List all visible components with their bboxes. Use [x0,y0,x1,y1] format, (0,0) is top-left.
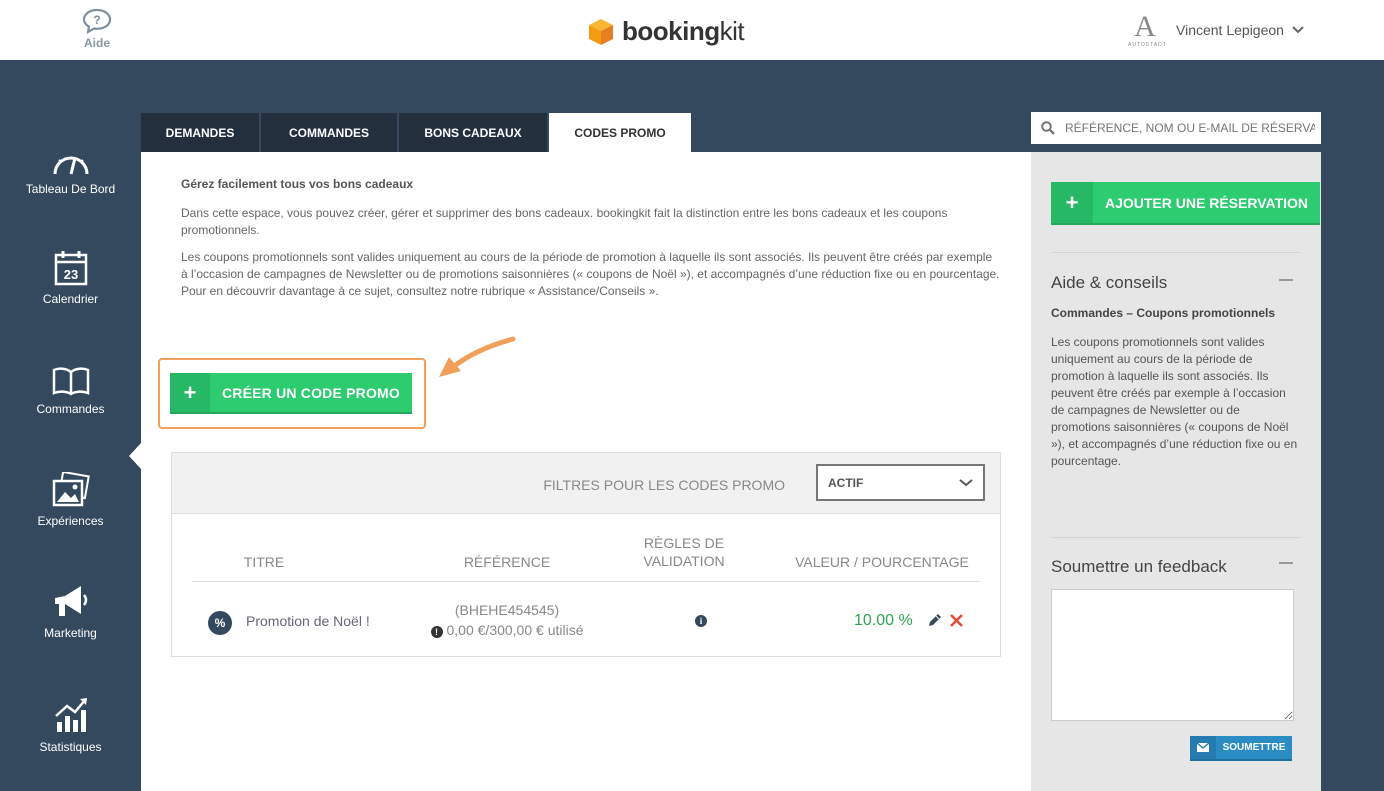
plus-icon: + [170,373,210,412]
help-bubble-icon: ? [82,8,112,34]
active-indicator [129,443,141,469]
promo-value: 10.00 % [854,612,913,629]
delete-icon[interactable] [949,613,964,628]
tab-orders[interactable]: COMMANDES [261,113,397,152]
search-icon [1041,121,1055,135]
chevron-down-icon [959,478,973,486]
sidebar-item-experiences[interactable]: Expériences [0,472,141,528]
megaphone-icon [54,586,87,616]
help-section-subtitle: Commandes – Coupons promotionnels [1051,306,1276,320]
create-promo-code-button[interactable]: + CRÉER UN CODE PROMO [170,373,412,412]
button-label: SOUMETTRE [1222,742,1286,753]
percent-icon: % [208,611,232,635]
status-filter-select[interactable]: ACTIF [816,464,985,501]
mail-icon [1190,736,1216,759]
add-booking-button[interactable]: + AJOUTER UNE RÉSERVATION [1051,182,1320,223]
sidebar-item-label: Expériences [37,514,104,528]
user-name: Vincent Lepigeon [1176,22,1284,38]
company-logo: A AUTOSTADT [1128,10,1167,49]
column-header-title: TITRE [243,554,285,570]
tab-gift-vouchers[interactable]: BONS CADEAUX [399,113,547,152]
filter-bar: FILTRES POUR LES CODES PROMO ACTIF [172,453,1000,514]
photos-icon [52,472,90,507]
feedback-title: Soumettre un feedback [1051,557,1227,576]
pencil-icon[interactable] [927,612,943,628]
right-panel: + AJOUTER UNE RÉSERVATION Aide & conseil… [1031,152,1321,791]
search-input[interactable] [1065,121,1315,135]
help-section-title: Aide & conseils [1051,273,1168,292]
info-icon[interactable]: i [695,615,707,627]
column-header-value: VALEUR / POURCENTAGE [795,554,969,570]
brand-name: bookingkit [622,16,745,46]
table-divider [192,581,980,582]
promo-codes-table: FILTRES POUR LES CODES PROMO ACTIF TITRE… [171,452,1001,657]
promo-title: Promotion de Noël ! [246,613,370,629]
feedback-textarea[interactable] [1051,589,1294,721]
filter-label: FILTRES POUR LES CODES PROMO [543,477,785,493]
help-section-text: Les coupons promotionnels sont valides u… [1051,335,1298,468]
intro-section: Gérez facilement tous vos bons cadeaux D… [181,176,1001,310]
column-header-rules: RÈGLES DE VALIDATION [643,535,725,569]
sidebar-item-orders[interactable]: Commandes [0,366,141,416]
svg-text:23: 23 [63,267,77,282]
collapse-icon[interactable] [1279,562,1293,564]
sidebar: Tableau De Bord 23 Calendrier Commandes … [0,60,141,791]
button-label: AJOUTER UNE RÉSERVATION [1104,194,1309,211]
calendar-icon: 23 [54,251,87,286]
select-value: ACTIF [828,475,864,490]
chart-icon [54,698,87,732]
chevron-down-icon [1292,26,1304,34]
book-icon [52,367,89,396]
collapse-icon[interactable] [1279,279,1293,281]
sidebar-item-label: Calendrier [42,292,99,306]
top-bar: ? Aide bookingkit A AUTOSTADT Vincent Lep… [0,0,1384,60]
speedometer-icon [53,156,88,175]
sidebar-item-label: Commandes [36,402,105,416]
help-button[interactable]: ? Aide [78,8,116,50]
sidebar-item-calendar[interactable]: 23 Calendrier [0,250,141,306]
svg-text:?: ? [93,13,100,27]
intro-paragraph: Les coupons promotionnels sont valides u… [181,250,1000,298]
box-logo-icon [589,18,613,45]
sidebar-item-statistics[interactable]: Statistiques [0,696,141,754]
user-menu[interactable]: A AUTOSTADT Vincent Lepigeon [1128,12,1304,48]
divider [1051,537,1301,538]
search-bar [1031,112,1321,144]
plus-icon: + [1051,182,1093,223]
intro-paragraph: Dans cette espace, vous pouvez créer, gé… [181,206,948,237]
tab-requests[interactable]: DEMANDES [141,113,259,152]
submit-feedback-button[interactable]: SOUMETTRE [1190,736,1292,759]
brand-logo[interactable]: bookingkit [588,16,745,47]
sidebar-item-label: Tableau De Bord [25,182,116,196]
exclamation-icon: ! [430,626,443,638]
sidebar-item-label: Statistiques [39,740,102,754]
divider [1051,252,1301,253]
main-panel: Gérez facilement tous vos bons cadeaux D… [141,152,1031,791]
help-label: Aide [83,36,110,50]
sidebar-item-dashboard[interactable]: Tableau De Bord [0,150,141,196]
button-label: CRÉER UN CODE PROMO [221,384,401,401]
sidebar-item-label: Marketing [44,626,97,640]
column-header-reference: RÉFÉRENCE [463,554,551,570]
sidebar-item-marketing[interactable]: Marketing [0,584,141,640]
pointer-arrow-icon [439,336,516,377]
promo-reference: (BHEHE454545) ! 0,00 €/300,00 € utilisé [412,600,602,640]
tab-bar: DEMANDES COMMANDES BONS CADEAUX CODES PR… [141,113,693,152]
intro-title: Gérez facilement tous vos bons cadeaux [181,177,414,191]
tab-promo-codes[interactable]: CODES PROMO [549,113,691,152]
